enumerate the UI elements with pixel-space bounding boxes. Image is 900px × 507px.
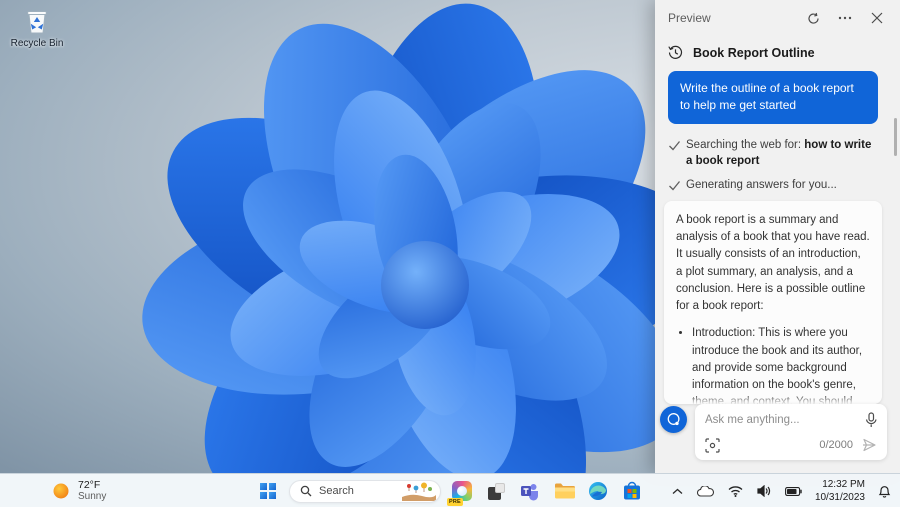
char-counter: 0/2000 [819,439,853,451]
battery-button[interactable] [782,484,805,499]
search-icon [300,485,312,497]
search-box[interactable]: Search [289,479,441,503]
status-generating-text: Generating answers for you... [686,179,837,192]
ask-input[interactable] [705,414,859,426]
answer-paragraph: A book report is a summary and analysis … [676,213,870,313]
screen: Recycle Bin Preview Book Report Outline … [0,0,900,507]
ellipsis-icon [838,16,852,20]
microphone-icon[interactable] [865,412,877,428]
taskbar-app-task-view[interactable] [483,478,509,504]
search-label: Search [319,485,354,497]
screenshot-icon[interactable] [705,437,720,453]
status-generating: Generating answers for you... [668,177,878,194]
check-icon [669,181,681,191]
history-icon [668,45,683,59]
recycle-bin-icon[interactable]: Recycle Bin [8,5,66,49]
send-icon [863,438,876,452]
taskbar: 72°F Sunny Search PRE 12:32 PM 10/31/202… [0,473,900,507]
status-searching: Searching the web for: how to write a bo… [668,137,878,170]
check-icon [669,140,681,151]
taskbar-app-teams[interactable] [517,478,543,504]
answer-outline-list: Introduction: This is where you introduc… [692,325,870,404]
more-options-button[interactable] [835,8,855,28]
close-icon [871,12,883,24]
user-message-bubble: Write the outline of a book report to he… [668,71,878,124]
composer-toolbar: 0/2000 [705,437,877,453]
answer-card: A book report is a summary and analysis … [664,200,882,404]
hidden-icons-button[interactable] [669,485,686,498]
speaker-icon [757,485,771,497]
taskbar-app-copilot[interactable]: PRE [447,478,475,506]
start-button[interactable] [255,478,281,504]
wifi-button[interactable] [725,483,746,500]
topic-title: Book Report Outline [693,45,815,60]
clock[interactable]: 12:32 PM 10/31/2023 [813,478,867,504]
windows-logo-icon [260,483,276,499]
store-icon [624,481,640,500]
search-seasonal-art-icon [402,482,436,501]
widgets-button[interactable]: 72°F Sunny [44,474,114,507]
copilot-panel: Preview Book Report Outline Write the ou… [655,0,900,473]
panel-title: Preview [668,11,711,25]
task-view-icon [487,482,505,500]
send-button[interactable] [861,437,877,453]
file-explorer-icon [554,483,575,499]
onedrive-button[interactable] [694,483,717,500]
status-list: Searching the web for: how to write a bo… [668,137,878,194]
cloud-icon [696,485,714,497]
topic-row: Book Report Outline [668,45,887,60]
recycle-bin-label: Recycle Bin [10,38,64,49]
copilot-pre-badge: PRE [447,498,463,506]
refresh-button[interactable] [803,8,823,28]
answer-bullet-introduction: Introduction: This is where you introduc… [692,325,870,404]
status-searching-text: Searching the web for: how to write a bo… [686,138,872,168]
clock-time: 12:32 PM [822,479,865,490]
teams-icon [521,484,538,501]
taskbar-app-edge[interactable] [585,478,611,504]
wifi-icon [728,485,743,497]
chat-input-box: 0/2000 [695,404,887,460]
notifications-button[interactable] [875,481,894,501]
bell-icon [878,486,891,498]
taskbar-app-file-explorer[interactable] [551,478,577,504]
clock-date: 10/31/2023 [814,492,865,503]
taskbar-center: Search PRE [255,474,645,507]
recycle-bin-glyph [27,11,47,34]
input-row [705,412,877,428]
panel-header: Preview [655,0,900,36]
edge-icon [589,482,607,500]
refresh-icon [807,12,819,24]
panel-scrollbar[interactable] [894,118,897,156]
new-topic-button[interactable] [660,406,687,433]
composer: 0/2000 [660,404,887,460]
chevron-up-icon [672,488,683,494]
volume-button[interactable] [754,482,774,500]
close-button[interactable] [867,8,887,28]
battery-icon [784,486,802,496]
taskbar-app-store[interactable] [619,478,645,504]
weather-text: 72°F Sunny [78,479,106,504]
chat-bubble-icon [667,413,680,426]
weather-temperature: 72°F [78,478,101,491]
system-tray: 12:32 PM 10/31/2023 [669,474,894,507]
sun-icon [53,483,69,499]
weather-condition: Sunny [78,491,107,503]
